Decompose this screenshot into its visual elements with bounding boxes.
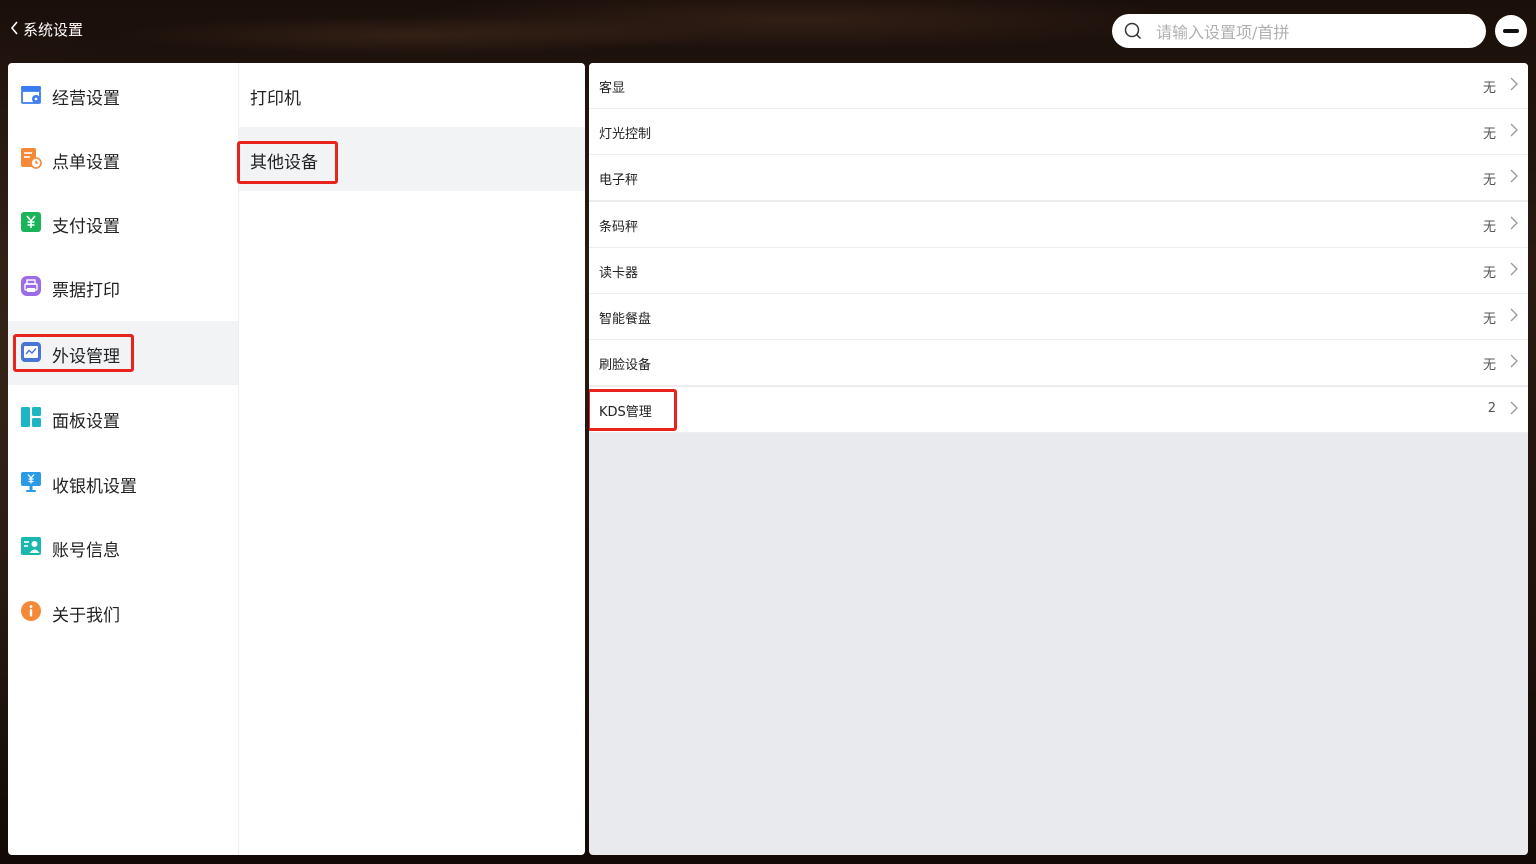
payment-yen-icon (21, 212, 41, 232)
cashier-monitor-icon (21, 472, 41, 492)
nav-label: 关于我们 (52, 606, 120, 626)
nav-label: 支付设置 (52, 217, 120, 237)
top-bar: 系统设置 (0, 0, 1536, 62)
device-row-kds[interactable]: KDS管理 2 (589, 387, 1528, 433)
device-value: 无 (1482, 81, 1496, 96)
device-row-card-reader[interactable]: 读卡器 无 (589, 248, 1528, 294)
device-row-face-scan[interactable]: 刷脸设备 无 (589, 340, 1528, 386)
chevron-right-icon (1510, 169, 1518, 183)
device-row-barcode-scale[interactable]: 条码秤 无 (589, 202, 1528, 248)
search-input[interactable] (1154, 20, 1478, 44)
chevron-right-icon (1510, 216, 1518, 230)
sub-item-printer[interactable]: 打印机 (239, 63, 585, 127)
nav-item-receipt[interactable]: 票据打印 (8, 255, 238, 319)
minus-icon (1503, 29, 1519, 33)
info-icon (21, 601, 41, 621)
nav-item-payment[interactable]: 支付设置 (8, 191, 238, 255)
device-value: 2 (1487, 401, 1496, 416)
device-list-panel: 客显 无 灯光控制 无 电子秤 无 条码秤 无 读卡器 无 智能餐盘 无 刷脸设… (589, 63, 1528, 855)
nav-item-account[interactable]: 账号信息 (8, 515, 238, 579)
sub-item-label: 打印机 (250, 89, 301, 109)
chevron-right-icon (1510, 401, 1518, 415)
device-row-electronic-scale[interactable]: 电子秤 无 (589, 155, 1528, 201)
device-label: 灯光控制 (599, 127, 652, 142)
device-label: 智能餐盘 (599, 312, 652, 327)
nav-label: 点单设置 (52, 153, 120, 173)
chevron-left-icon (10, 21, 20, 38)
chevron-right-icon (1510, 77, 1518, 91)
device-value: 无 (1482, 312, 1496, 327)
nav-label: 经营设置 (52, 89, 120, 109)
device-value: 无 (1482, 127, 1496, 142)
nav-label: 账号信息 (52, 541, 120, 561)
chevron-right-icon (1510, 308, 1518, 322)
store-settings-icon (21, 86, 41, 104)
device-label: 读卡器 (599, 266, 639, 281)
order-settings-icon (21, 148, 42, 169)
device-label: 条码秤 (599, 220, 639, 235)
nav-label: 收银机设置 (52, 477, 137, 497)
printer-icon (21, 276, 41, 296)
back-label: 系统设置 (23, 21, 84, 39)
nav-label: 票据打印 (52, 281, 120, 301)
search-box[interactable] (1112, 14, 1486, 48)
search-icon (1124, 22, 1142, 40)
settings-menu-panel: 经营设置 点单设置 支付设置 票据打印 外设管理 面板设置 收银机设置 账号信息… (8, 63, 585, 855)
minimize-button[interactable] (1495, 15, 1527, 47)
device-row-customer-display[interactable]: 客显 无 (589, 63, 1528, 109)
device-value: 无 (1482, 173, 1496, 188)
highlight-box-other-devices (237, 141, 338, 184)
nav-item-panel[interactable]: 面板设置 (8, 386, 238, 450)
chevron-right-icon (1510, 262, 1518, 276)
highlight-box-peripheral (13, 334, 134, 372)
chevron-right-icon (1510, 123, 1518, 137)
nav-label: 面板设置 (52, 412, 120, 432)
nav-item-order[interactable]: 点单设置 (8, 127, 238, 191)
nav-item-business[interactable]: 经营设置 (8, 63, 238, 127)
device-label: 电子秤 (599, 173, 639, 188)
device-row-light-control[interactable]: 灯光控制 无 (589, 109, 1528, 155)
device-label: 刷脸设备 (599, 358, 652, 373)
account-icon (21, 537, 41, 555)
nav-item-cashier[interactable]: 收银机设置 (8, 451, 238, 515)
device-label: 客显 (599, 81, 626, 96)
highlight-box-kds (589, 389, 677, 431)
chevron-right-icon (1510, 354, 1518, 368)
device-value: 无 (1482, 220, 1496, 235)
panel-layout-icon (21, 407, 41, 427)
nav-item-about[interactable]: 关于我们 (8, 580, 238, 644)
device-value: 无 (1482, 266, 1496, 281)
back-button[interactable]: 系统设置 (10, 19, 83, 40)
main-nav: 经营设置 点单设置 支付设置 票据打印 外设管理 面板设置 收银机设置 账号信息… (8, 63, 239, 855)
device-row-smart-tray[interactable]: 智能餐盘 无 (589, 294, 1528, 340)
device-value: 无 (1482, 358, 1496, 373)
